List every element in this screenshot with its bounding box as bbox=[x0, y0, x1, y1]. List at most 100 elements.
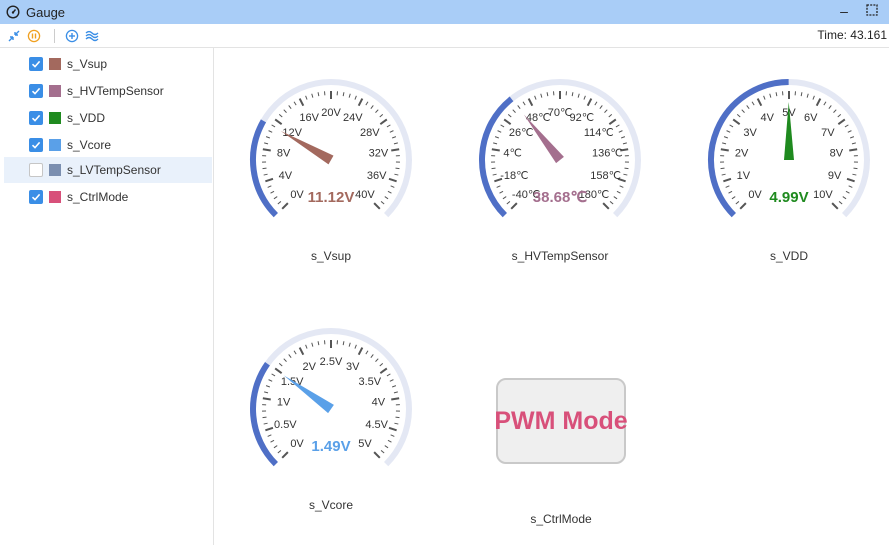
gauge-minor-tick bbox=[317, 341, 320, 346]
gauge-minor-tick bbox=[384, 445, 389, 449]
gauge-tick-label: 16V bbox=[299, 112, 319, 124]
signal-color-swatch bbox=[49, 164, 61, 176]
gauge-needle bbox=[283, 375, 334, 414]
gauge-minor-tick bbox=[288, 105, 292, 109]
gauge-minor-tick bbox=[608, 113, 613, 118]
gauge-minor-tick bbox=[370, 354, 374, 358]
gauge-minor-tick bbox=[512, 109, 516, 113]
signal-item[interactable]: s_HVTempSensor bbox=[4, 78, 212, 104]
gauge-tick-label: 4V bbox=[279, 170, 293, 182]
toolbar-divider bbox=[54, 28, 55, 43]
gauge-minor-tick bbox=[263, 422, 268, 425]
gauge-minor-tick bbox=[267, 434, 272, 437]
gauge-minor-tick bbox=[499, 190, 504, 194]
gauge-major-tick bbox=[720, 148, 729, 152]
gauge-minor-tick bbox=[751, 101, 755, 106]
gauge-minor-tick bbox=[849, 136, 855, 139]
gauge-tick-label: 0V bbox=[290, 189, 304, 201]
gauge-minor-tick bbox=[615, 124, 620, 128]
gauge-tick-label: 36V bbox=[367, 170, 387, 182]
gauge-tick-label: 26℃ bbox=[509, 127, 534, 139]
gauge-major-tick bbox=[379, 367, 388, 374]
gauge-minor-tick bbox=[264, 391, 269, 394]
gauge-major-tick bbox=[265, 426, 274, 432]
gauge-minor-tick bbox=[500, 124, 505, 128]
signal-item[interactable]: s_Vsup bbox=[4, 51, 212, 77]
gauge-minor-tick bbox=[534, 95, 537, 100]
gauge-tick-label: 3V bbox=[743, 127, 757, 139]
signal-item[interactable]: s_VDD bbox=[4, 105, 212, 131]
signal-item[interactable]: s_Vcore bbox=[4, 132, 212, 158]
gauge-tick-label: 0.5V bbox=[274, 419, 297, 431]
signal-checkbox[interactable] bbox=[29, 111, 43, 125]
gauge-minor-tick bbox=[828, 105, 832, 109]
signal-checkbox[interactable] bbox=[29, 57, 43, 71]
gauge-minor-tick bbox=[264, 142, 269, 145]
gauge-minor-tick bbox=[283, 358, 287, 362]
gauge-major-tick bbox=[510, 202, 518, 210]
gauge-major-tick bbox=[503, 118, 512, 125]
signal-checkbox[interactable] bbox=[29, 190, 43, 204]
gauge-tick-label: 2.5V bbox=[320, 356, 343, 368]
signal-item[interactable]: s_LVTempSensor bbox=[4, 157, 212, 183]
gauge-tick-label: 28V bbox=[360, 127, 380, 139]
time-readout: Time: 43.161 bbox=[817, 28, 887, 42]
signal-checkbox[interactable] bbox=[29, 163, 43, 177]
minimize-icon[interactable]: – bbox=[837, 3, 851, 19]
gauge: 0V1V2V3V4V5V6V7V8V9V10V4.99V bbox=[708, 79, 870, 218]
gauge-minor-tick bbox=[393, 142, 398, 145]
signal-checkbox[interactable] bbox=[29, 84, 43, 98]
gauge-minor-tick bbox=[492, 173, 497, 176]
signal-color-swatch bbox=[49, 191, 61, 203]
ctrl-mode-name: s_CtrlMode bbox=[530, 512, 592, 526]
gauge-minor-tick bbox=[494, 136, 500, 139]
gauge-major-tick bbox=[379, 118, 388, 125]
gauge-minor-tick bbox=[311, 342, 314, 347]
gauge-minor-tick bbox=[270, 190, 275, 194]
gauge-name: s_VDD bbox=[769, 249, 808, 263]
gauge-tick-label: 2V bbox=[735, 147, 749, 159]
gauge: 0V0.5V1V1.5V2V2.5V3V3.5V4V4.5V5V1.49V bbox=[250, 328, 412, 467]
gauge-minor-tick bbox=[769, 93, 772, 98]
gauge-major-tick bbox=[391, 397, 400, 401]
gauge-minor-tick bbox=[293, 350, 297, 355]
gauge-minor-tick bbox=[571, 92, 574, 97]
gauge-minor-tick bbox=[387, 190, 392, 194]
gauge-minor-tick bbox=[594, 101, 598, 106]
gauge-tick-label: 114℃ bbox=[584, 127, 614, 139]
gauge-minor-tick bbox=[391, 136, 397, 139]
gauge-major-tick bbox=[265, 177, 274, 183]
gauge-minor-tick bbox=[375, 358, 379, 362]
signal-item[interactable]: s_CtrlMode bbox=[4, 184, 212, 210]
gauge-minor-tick bbox=[268, 379, 273, 382]
gauge-minor-tick bbox=[848, 185, 853, 188]
signal-color-swatch bbox=[49, 139, 61, 151]
signal-list: s_Vsup s_HVTempSensor s_VDD s_Vcore s_LVTemp… bbox=[0, 48, 214, 545]
signal-icon[interactable] bbox=[84, 28, 100, 44]
gauge-minor-tick bbox=[720, 167, 725, 170]
gauge-major-tick bbox=[846, 177, 855, 183]
gauge-minor-tick bbox=[342, 341, 345, 346]
gauge-major-tick bbox=[373, 451, 381, 459]
maximize-icon[interactable] bbox=[865, 3, 879, 19]
collapse-icon[interactable] bbox=[6, 28, 22, 44]
gauge-minor-tick bbox=[619, 185, 624, 188]
gauge-name: s_HVTempSensor bbox=[511, 249, 609, 263]
gauge-major-tick bbox=[298, 98, 305, 107]
add-icon[interactable] bbox=[64, 28, 80, 44]
gauge-major-tick bbox=[831, 202, 839, 210]
pause-icon[interactable] bbox=[26, 28, 42, 44]
gauge-minor-tick bbox=[775, 92, 778, 97]
gauge-minor-tick bbox=[262, 167, 267, 170]
gauge-value: 1.49V bbox=[311, 438, 350, 455]
signal-checkbox[interactable] bbox=[29, 138, 43, 152]
gauge-minor-tick bbox=[609, 201, 614, 205]
gauge-minor-tick bbox=[277, 201, 282, 205]
signal-color-swatch bbox=[49, 58, 61, 70]
gauge-major-tick bbox=[281, 202, 289, 210]
gauge-tick-label: 24V bbox=[343, 112, 363, 124]
gauge-minor-tick bbox=[395, 416, 400, 419]
gauge-tick-label: 8V bbox=[277, 147, 291, 159]
gauge-minor-tick bbox=[725, 185, 730, 188]
ctrl-mode-value: PWM Mode bbox=[494, 406, 628, 435]
